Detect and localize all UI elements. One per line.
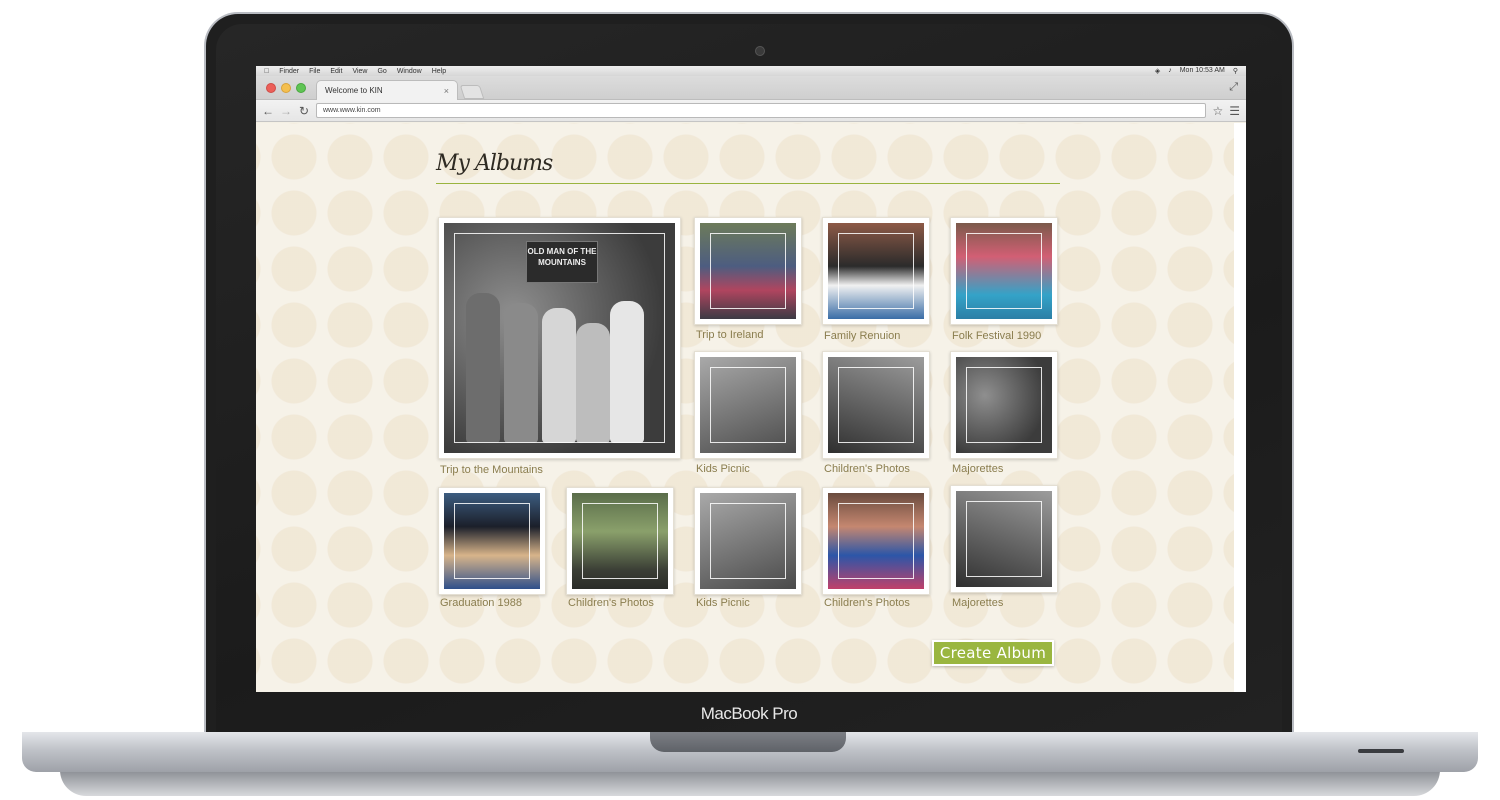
- photo-sign: OLD MAN OF THE MOUNTAINS: [526, 241, 598, 283]
- album-photo: [828, 223, 924, 319]
- menu-window[interactable]: Window: [397, 68, 422, 75]
- photo-figure: [542, 308, 576, 443]
- album-frame: [950, 217, 1058, 325]
- album-photo: [956, 357, 1052, 453]
- apple-icon[interactable]: : [264, 68, 269, 75]
- create-album-button[interactable]: Create Album: [932, 640, 1054, 666]
- page-scrollbar[interactable]: [1234, 123, 1246, 692]
- device-brand: MacBook Pro: [700, 704, 798, 723]
- album-caption[interactable]: Children's Photos: [568, 597, 654, 609]
- album-photo: OLD MAN OF THE MOUNTAINS: [444, 223, 675, 453]
- album-frame: [438, 487, 546, 595]
- album-card[interactable]: Kids Picnic: [694, 487, 802, 609]
- album-frame: [566, 487, 674, 595]
- album-card[interactable]: Majorettes: [950, 351, 1058, 475]
- tab-title: Welcome to KIN: [325, 86, 383, 95]
- camera-icon: [755, 46, 765, 56]
- album-card-featured[interactable]: OLD MAN OF THE MOUNTAINS Trip to the Mou…: [438, 217, 681, 476]
- menu-finder[interactable]: Finder: [279, 68, 299, 75]
- minimize-window-button[interactable]: [281, 83, 291, 93]
- menu-view[interactable]: View: [352, 68, 367, 75]
- menu-file[interactable]: File: [309, 68, 320, 75]
- album-card[interactable]: Graduation 1988: [438, 487, 546, 609]
- forward-arrow-icon[interactable]: →: [280, 104, 292, 118]
- album-caption[interactable]: Majorettes: [952, 597, 1003, 609]
- album-card[interactable]: Children's Photos: [566, 487, 674, 609]
- back-arrow-icon[interactable]: ←: [262, 104, 274, 118]
- menu-help[interactable]: Help: [432, 68, 446, 75]
- album-frame: [694, 487, 802, 595]
- album-caption[interactable]: Children's Photos: [824, 463, 910, 475]
- browser-menu-icon[interactable]: ☰: [1229, 104, 1240, 118]
- album-frame: [694, 351, 802, 459]
- album-frame: [822, 217, 930, 325]
- album-card[interactable]: Majorettes: [950, 485, 1058, 609]
- album-photo: [956, 223, 1052, 319]
- album-caption[interactable]: Trip to the Mountains: [440, 464, 543, 476]
- photo-figure: [610, 301, 644, 443]
- bookmark-star-icon[interactable]: ☆: [1212, 104, 1223, 118]
- album-frame: [822, 351, 930, 459]
- album-photo: [572, 493, 668, 589]
- album-caption[interactable]: Kids Picnic: [696, 463, 750, 475]
- reload-icon[interactable]: ↻: [298, 104, 310, 118]
- wifi-icon[interactable]: ◈: [1155, 67, 1160, 75]
- browser-tabstrip: Welcome to KIN × ⤢: [256, 76, 1246, 100]
- album-photo: [956, 491, 1052, 587]
- album-caption[interactable]: Folk Festival 1990: [952, 330, 1041, 342]
- album-photo: [828, 357, 924, 453]
- laptop-base-shadow: [60, 770, 1440, 796]
- album-card[interactable]: Trip to Ireland: [694, 217, 802, 341]
- album-card[interactable]: Kids Picnic: [694, 351, 802, 475]
- menu-go[interactable]: Go: [377, 68, 386, 75]
- album-frame: [950, 351, 1058, 459]
- spotlight-icon[interactable]: ⚲: [1233, 67, 1238, 75]
- photo-figure: [466, 293, 500, 443]
- album-photo: [700, 223, 796, 319]
- album-card[interactable]: Folk Festival 1990: [950, 217, 1058, 342]
- window-controls: [266, 83, 306, 93]
- volume-icon[interactable]: ♪: [1168, 67, 1172, 75]
- menubar-clock[interactable]: Mon 10:53 AM: [1180, 67, 1225, 75]
- tab-close-icon[interactable]: ×: [444, 86, 449, 96]
- album-photo: [444, 493, 540, 589]
- browser-toolbar: ← → ↻ www.www.kin.com ☆ ☰: [256, 100, 1246, 122]
- album-card[interactable]: Family Renuion: [822, 217, 930, 342]
- album-card[interactable]: Children's Photos: [822, 351, 930, 475]
- album-frame: [950, 485, 1058, 593]
- album-photo: [700, 493, 796, 589]
- fullscreen-icon[interactable]: ⤢: [1229, 81, 1238, 94]
- address-bar[interactable]: www.www.kin.com: [316, 103, 1207, 118]
- url-text: www.www.kin.com: [323, 107, 381, 114]
- close-window-button[interactable]: [266, 83, 276, 93]
- album-caption[interactable]: Trip to Ireland: [696, 329, 763, 341]
- album-frame: OLD MAN OF THE MOUNTAINS: [438, 217, 681, 459]
- menu-edit[interactable]: Edit: [330, 68, 342, 75]
- new-tab-button[interactable]: [459, 85, 485, 99]
- album-caption[interactable]: Graduation 1988: [440, 597, 522, 609]
- album-frame: [694, 217, 802, 325]
- photo-figure: [504, 303, 538, 443]
- album-caption[interactable]: Family Renuion: [824, 330, 900, 342]
- album-photo: [700, 357, 796, 453]
- title-divider: [436, 183, 1060, 184]
- screen:  Finder File Edit View Go Window Help ◈…: [256, 66, 1246, 692]
- browser-tab[interactable]: Welcome to KIN ×: [316, 80, 458, 100]
- album-caption[interactable]: Majorettes: [952, 463, 1003, 475]
- page-title: My Albums: [436, 151, 553, 176]
- albums-page: My Albums OLD MAN OF THE MOUNTAINS Trip …: [256, 123, 1234, 692]
- laptop-notch: [650, 732, 846, 752]
- photo-figure: [576, 323, 610, 443]
- os-menubar:  Finder File Edit View Go Window Help ◈…: [256, 66, 1246, 76]
- album-frame: [822, 487, 930, 595]
- zoom-window-button[interactable]: [296, 83, 306, 93]
- album-caption[interactable]: Children's Photos: [824, 597, 910, 609]
- album-photo: [828, 493, 924, 589]
- album-caption[interactable]: Kids Picnic: [696, 597, 750, 609]
- laptop-led: [1358, 749, 1404, 753]
- album-card[interactable]: Children's Photos: [822, 487, 930, 609]
